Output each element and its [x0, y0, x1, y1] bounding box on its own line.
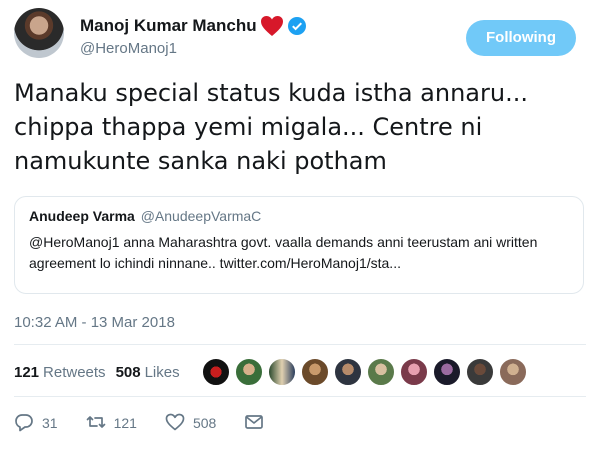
reply-icon [14, 412, 34, 435]
direct-message-button[interactable] [244, 412, 264, 435]
retweet-count: 121 [113, 415, 137, 431]
tweet-actions: 31 121 508 [14, 408, 292, 438]
reply-button[interactable]: 31 [14, 412, 58, 435]
liker-avatar[interactable] [466, 358, 494, 386]
retweet-button[interactable]: 121 [86, 412, 137, 435]
reply-count: 31 [42, 415, 58, 431]
liker-avatar[interactable] [301, 358, 329, 386]
likes-label: Likes [144, 363, 180, 381]
liker-avatars [202, 358, 532, 386]
retweets-label: Retweets [43, 363, 106, 381]
retweets-count: 121 [14, 363, 40, 381]
engagement-stats: 121 Retweets 508 Likes [14, 356, 190, 388]
avatar[interactable] [14, 8, 64, 58]
liker-avatar[interactable] [202, 358, 230, 386]
retweet-icon [86, 412, 106, 435]
tweet-header: Manoj Kumar Manchu @HeroManoj1 Following [14, 6, 586, 66]
quoted-author-handle: @AnudeepVarmaC [140, 208, 262, 224]
verified-badge-icon [287, 17, 306, 35]
liker-avatar[interactable] [268, 358, 296, 386]
likes-count: 508 [115, 363, 141, 381]
likes-stat[interactable]: 508 Likes [116, 364, 180, 381]
like-count: 508 [192, 415, 217, 431]
liker-avatar[interactable] [433, 358, 461, 386]
liker-avatar[interactable] [499, 358, 527, 386]
quoted-tweet[interactable]: Anudeep Varma @AnudeepVarmaC @HeroManoj1… [14, 196, 584, 294]
following-button[interactable]: Following [466, 20, 576, 56]
retweets-stat[interactable]: 121 Retweets [14, 364, 106, 381]
tweet-timestamp[interactable]: 10:32 AM - 13 Mar 2018 [14, 314, 175, 331]
like-button[interactable]: 508 [165, 412, 216, 435]
display-name[interactable]: Manoj Kumar Manchu [80, 16, 257, 36]
quoted-tweet-text: @HeroManoj1 anna Maharashtra govt. vaall… [29, 234, 538, 271]
name-row: Manoj Kumar Manchu [80, 14, 306, 38]
liker-avatar[interactable] [334, 358, 362, 386]
tweet-text: Manaku special status kuda istha annaru.… [14, 79, 528, 175]
like-icon [165, 412, 185, 435]
divider [14, 344, 586, 345]
heart-emoji-icon [260, 15, 284, 37]
quoted-author-name: Anudeep Varma [29, 208, 135, 224]
direct-message-icon [244, 412, 264, 435]
liker-avatar[interactable] [367, 358, 395, 386]
divider [14, 396, 586, 397]
liker-avatar[interactable] [400, 358, 428, 386]
user-handle[interactable]: @HeroManoj1 [80, 40, 177, 57]
quoted-tweet-header: Anudeep Varma @AnudeepVarmaC [29, 208, 569, 224]
liker-avatar[interactable] [235, 358, 263, 386]
